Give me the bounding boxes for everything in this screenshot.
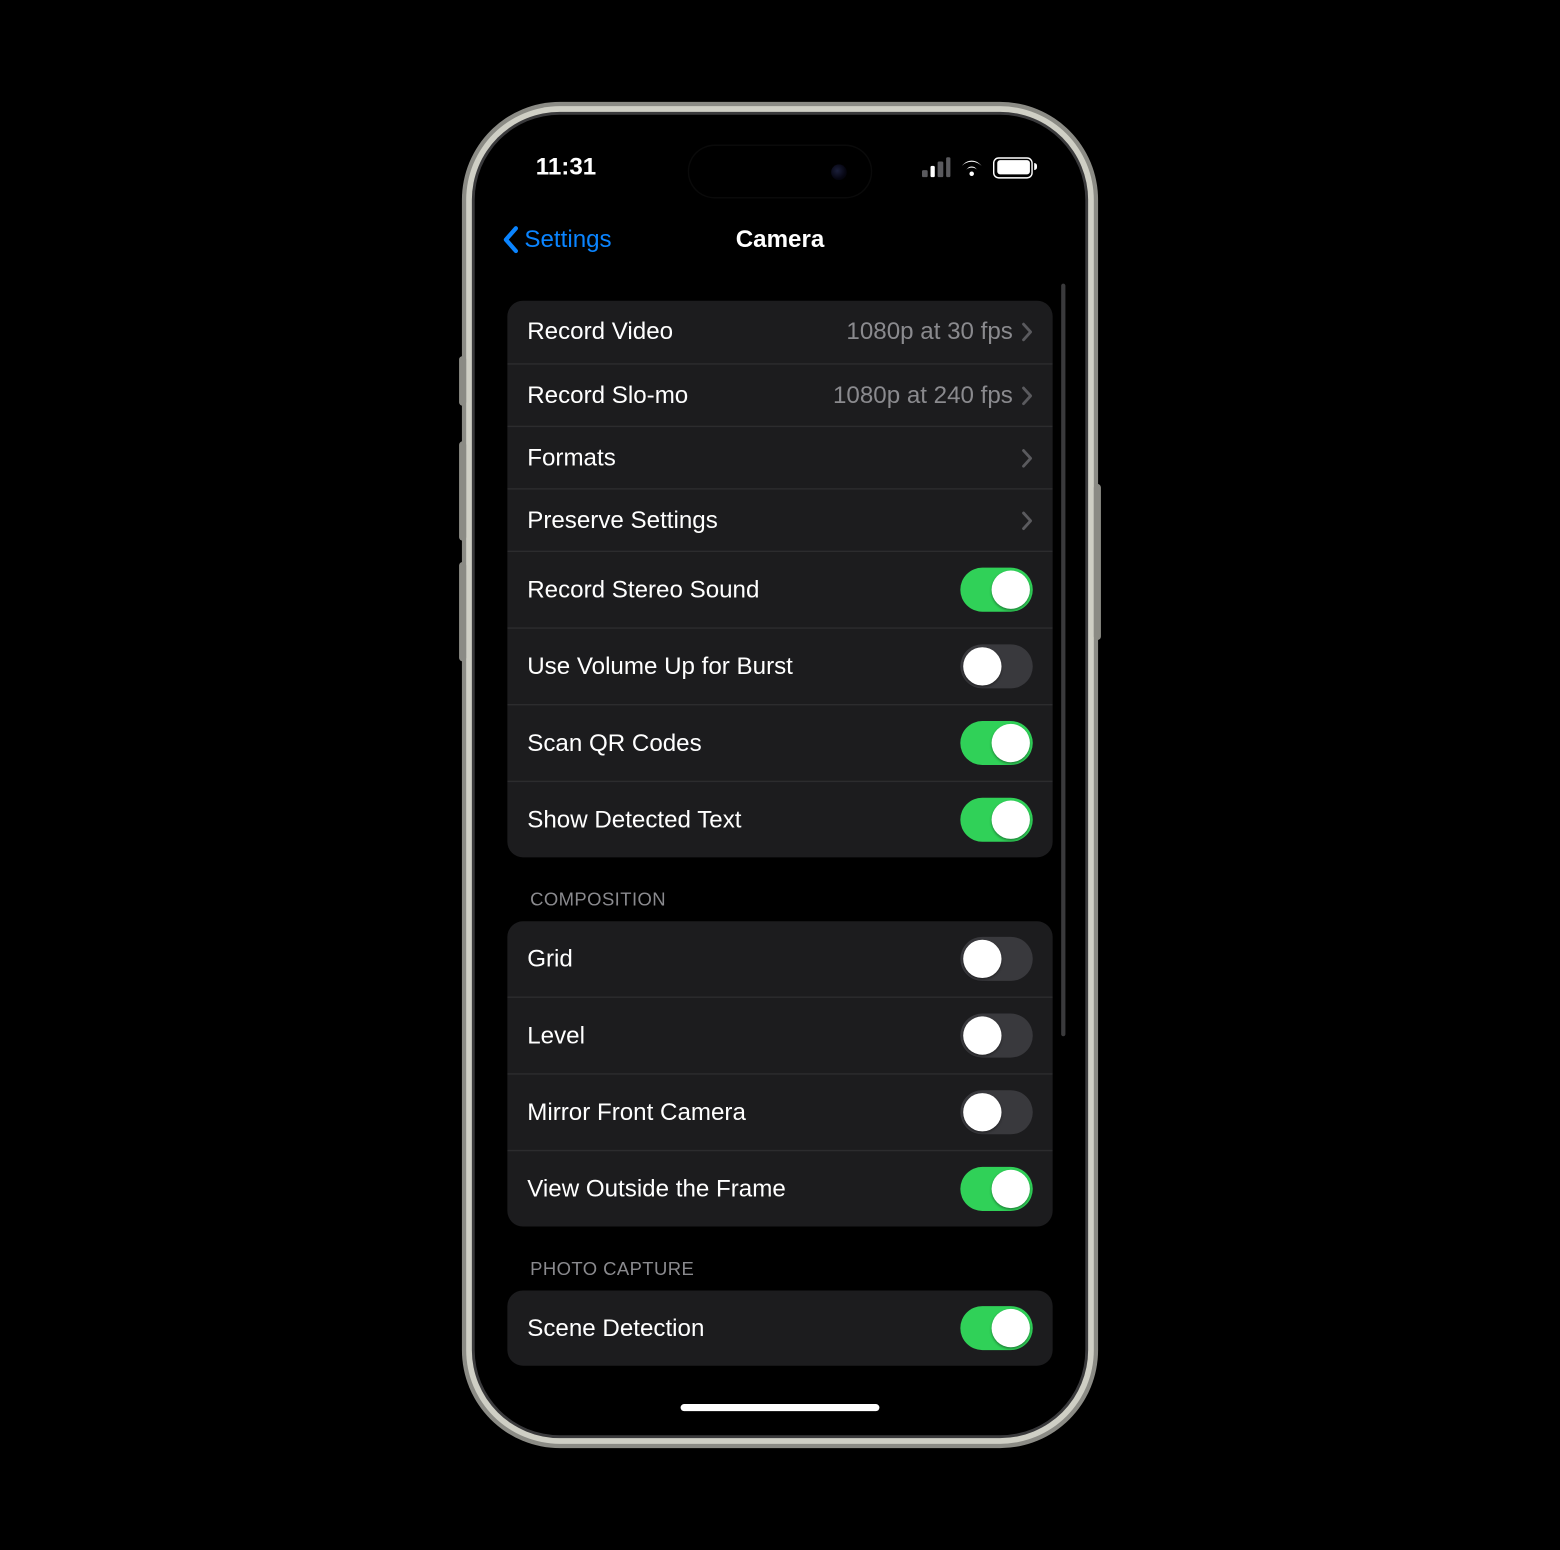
scene-detection-row: Scene Detection	[507, 1290, 1052, 1365]
scene-detection-toggle[interactable]	[960, 1306, 1032, 1350]
row-label: Scene Detection	[527, 1314, 960, 1342]
battery-icon	[993, 157, 1033, 178]
preserve-settings-row[interactable]: Preserve Settings	[507, 488, 1052, 550]
photo-capture-header: PHOTO CAPTURE	[507, 1227, 1052, 1291]
row-label: Show Detected Text	[527, 806, 960, 834]
row-label: Use Volume Up for Burst	[527, 652, 960, 680]
chevron-right-icon	[1021, 448, 1032, 468]
volume-up-button	[459, 441, 466, 540]
nav-title: Camera	[736, 225, 825, 253]
nav-bar: Settings Camera	[487, 207, 1072, 272]
scrollbar[interactable]	[1061, 284, 1065, 1037]
camera-group: Record Video 1080p at 30 fps Record Slo-…	[507, 301, 1052, 858]
row-label: Mirror Front Camera	[527, 1098, 960, 1126]
chevron-right-icon	[1021, 510, 1032, 530]
row-label: Record Slo-mo	[527, 381, 833, 409]
screen: 11:31 Settings	[487, 127, 1072, 1422]
volume-down-button	[459, 562, 466, 661]
record-slomo-row[interactable]: Record Slo-mo 1080p at 240 fps	[507, 363, 1052, 425]
row-label: View Outside the Frame	[527, 1175, 960, 1203]
back-button[interactable]: Settings	[502, 207, 612, 272]
scan-qr-codes-toggle[interactable]	[960, 721, 1032, 765]
side-button	[1094, 484, 1101, 640]
front-camera-icon	[831, 164, 847, 180]
phone-frame: 11:31 Settings	[475, 115, 1086, 1436]
show-detected-text-toggle[interactable]	[960, 798, 1032, 842]
row-value: 1080p at 240 fps	[833, 381, 1013, 409]
row-label: Grid	[527, 945, 960, 973]
chevron-right-icon	[1021, 385, 1032, 405]
cellular-signal-icon	[922, 157, 950, 177]
grid-toggle[interactable]	[960, 937, 1032, 981]
wifi-icon	[959, 158, 985, 176]
level-toggle[interactable]	[960, 1014, 1032, 1058]
volume-burst-row: Use Volume Up for Burst	[507, 627, 1052, 704]
row-label: Preserve Settings	[527, 506, 1021, 534]
record-stereo-sound-row: Record Stereo Sound	[507, 551, 1052, 628]
grid-row: Grid	[507, 921, 1052, 996]
home-indicator[interactable]	[681, 1404, 880, 1411]
row-value: 1080p at 30 fps	[846, 318, 1012, 346]
scan-qr-codes-row: Scan QR Codes	[507, 704, 1052, 781]
settings-content[interactable]: Record Video 1080p at 30 fps Record Slo-…	[487, 272, 1072, 1422]
chevron-left-icon	[502, 225, 519, 253]
row-label: Formats	[527, 443, 1021, 471]
row-label: Scan QR Codes	[527, 729, 960, 757]
dynamic-island	[688, 145, 873, 199]
formats-row[interactable]: Formats	[507, 426, 1052, 488]
status-time: 11:31	[536, 153, 596, 181]
mirror-front-camera-row: Mirror Front Camera	[507, 1073, 1052, 1150]
view-outside-frame-toggle[interactable]	[960, 1167, 1032, 1211]
chevron-right-icon	[1021, 322, 1032, 342]
volume-burst-toggle[interactable]	[960, 644, 1032, 688]
photo-capture-group: Scene Detection	[507, 1290, 1052, 1365]
composition-group: Grid Level Mirror Front Camera View Outs…	[507, 921, 1052, 1226]
record-stereo-sound-toggle[interactable]	[960, 568, 1032, 612]
ringer-switch	[459, 356, 466, 406]
row-label: Record Stereo Sound	[527, 575, 960, 603]
back-label: Settings	[524, 225, 611, 253]
mirror-front-camera-toggle[interactable]	[960, 1090, 1032, 1134]
record-video-row[interactable]: Record Video 1080p at 30 fps	[507, 301, 1052, 363]
composition-header: COMPOSITION	[507, 857, 1052, 921]
level-row: Level	[507, 997, 1052, 1074]
show-detected-text-row: Show Detected Text	[507, 781, 1052, 858]
row-label: Level	[527, 1021, 960, 1049]
row-label: Record Video	[527, 318, 846, 346]
view-outside-frame-row: View Outside the Frame	[507, 1150, 1052, 1227]
